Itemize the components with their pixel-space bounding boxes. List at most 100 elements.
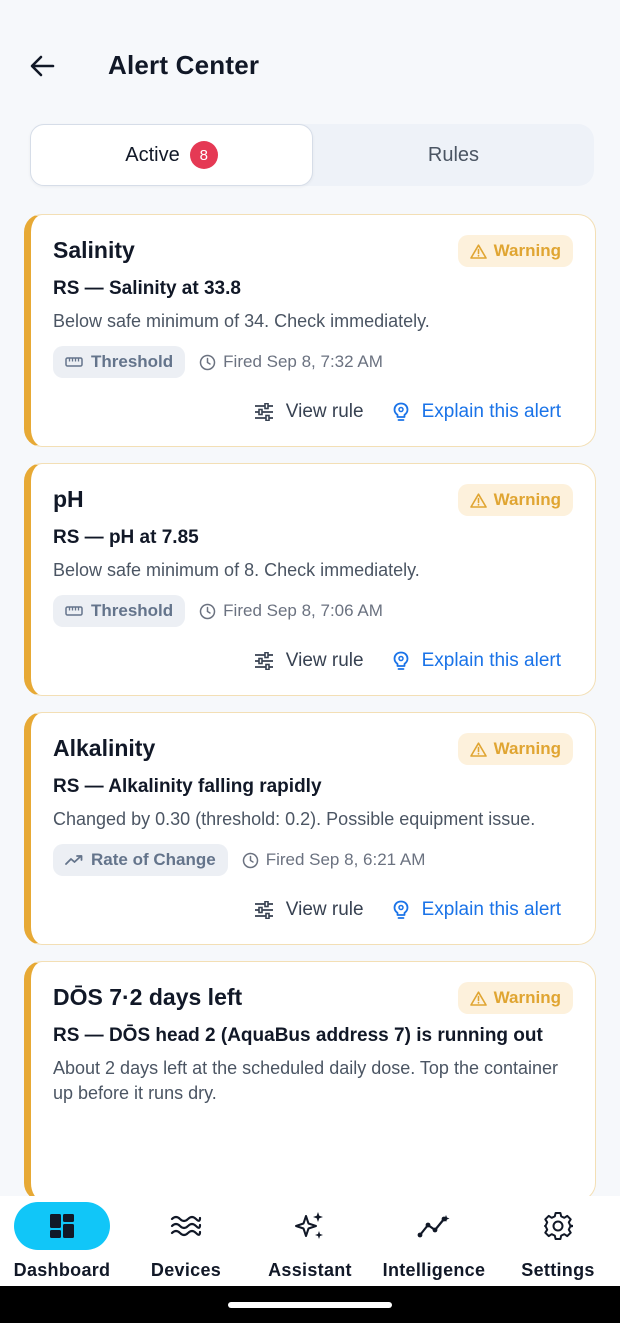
- lightbulb-icon: [393, 900, 408, 919]
- alert-type-chip: Threshold: [53, 595, 186, 627]
- severity-label: Warning: [493, 988, 561, 1007]
- nav-settings-label: Settings: [521, 1260, 595, 1280]
- alert-description: About 2 days left at the scheduled daily…: [53, 1058, 559, 1103]
- alert-headline: RS — Alkalinity falling rapidly: [53, 776, 322, 797]
- clock-icon: [199, 354, 216, 370]
- nav-intelligence-label: Intelligence: [382, 1260, 486, 1280]
- severity-label: Warning: [493, 490, 561, 509]
- alert-card[interactable]: pH Warning RS — pH at 7.85 Below safe mi…: [24, 463, 596, 696]
- app-header: Alert Center: [0, 0, 620, 120]
- active-count-badge: 8: [189, 141, 218, 169]
- explain-alert-button[interactable]: Explain this alert: [392, 650, 561, 672]
- alert-description: Below safe minimum of 8. Check immediate…: [53, 560, 420, 580]
- dashboard-icon: [50, 1214, 74, 1238]
- trend-icon: [417, 1215, 450, 1238]
- fired-label: Fired Sep 8, 7:06 AM: [223, 601, 383, 620]
- alert-description: Changed by 0.30 (threshold: 0.2). Possib…: [53, 809, 536, 829]
- nav-devices-label: Devices: [150, 1260, 222, 1280]
- ruler-icon: [65, 357, 83, 367]
- sliders-icon: [254, 403, 273, 421]
- alert-meta: Threshold Fired Sep 8, 7:06 AM: [53, 595, 573, 627]
- view-rule-label: View rule: [285, 401, 364, 422]
- bottom-navigation: Dashboard Devices Assistant Intelligence…: [0, 1196, 620, 1286]
- clock-icon: [199, 603, 216, 619]
- alert-actions: View rule Explain this alert: [53, 627, 573, 695]
- alert-actions: View rule Explain this alert: [53, 876, 573, 944]
- alert-fired-time: Fired Sep 8, 7:32 AM: [199, 352, 383, 372]
- alert-headline: RS — DŌS head 2 (AquaBus address 7) is r…: [53, 1025, 543, 1046]
- gear-icon: [544, 1212, 573, 1240]
- alert-card[interactable]: DŌS 7·2 days left Warning RS — DŌS head …: [24, 961, 596, 1196]
- alert-type-label: Rate of Change: [91, 850, 216, 869]
- severity-badge: Warning: [457, 235, 573, 267]
- nav-icon-slot: [386, 1202, 482, 1250]
- alert-actions: View rule Explain this alert: [53, 378, 573, 446]
- nav-icon-slot: [262, 1202, 358, 1250]
- nav-dashboard-label: Dashboard: [13, 1260, 111, 1280]
- alert-meta: Threshold Fired Sep 8, 7:32 AM: [53, 346, 573, 378]
- alert-type-chip: Threshold: [53, 346, 186, 378]
- warning-triangle-icon: [469, 243, 487, 259]
- alert-headline: RS — Salinity at 33.8: [53, 278, 241, 299]
- explain-alert-button[interactable]: Explain this alert: [392, 401, 561, 423]
- warning-triangle-icon: [469, 492, 487, 508]
- alert-type-label: Threshold: [91, 352, 174, 371]
- back-button[interactable]: [22, 46, 62, 86]
- view-rule-button[interactable]: View rule: [254, 899, 364, 921]
- sliders-icon: [254, 901, 273, 919]
- alert-card[interactable]: Alkalinity Warning RS — Alkalinity falli…: [24, 712, 596, 945]
- fired-label: Fired Sep 8, 7:32 AM: [223, 352, 383, 371]
- sparkles-icon: [295, 1212, 323, 1239]
- alert-description: Below safe minimum of 34. Check immediat…: [53, 311, 430, 331]
- explain-alert-label: Explain this alert: [421, 401, 561, 422]
- alert-headline: RS — pH at 7.85: [53, 527, 199, 548]
- alert-fired-time: Fired Sep 8, 7:06 AM: [199, 601, 383, 621]
- severity-label: Warning: [493, 241, 561, 260]
- tab-active[interactable]: Active 8: [30, 124, 313, 186]
- alert-list: Salinity Warning RS — Salinity at 33.8 B…: [24, 214, 596, 1196]
- trending-icon: [65, 855, 83, 865]
- view-rule-label: View rule: [285, 899, 364, 920]
- clock-icon: [242, 852, 258, 868]
- warning-triangle-icon: [469, 990, 487, 1006]
- tab-active-label: Active: [125, 143, 180, 166]
- alert-card[interactable]: Salinity Warning RS — Salinity at 33.8 B…: [24, 214, 596, 447]
- nav-devices[interactable]: Devices: [124, 1196, 248, 1286]
- alert-fired-time: Fired Sep 8, 6:21 AM: [242, 850, 426, 870]
- sliders-icon: [254, 652, 273, 670]
- system-navigation-bar: [0, 1286, 620, 1323]
- alert-type-label: Threshold: [91, 601, 174, 620]
- nav-icon-slot: [510, 1202, 606, 1250]
- lightbulb-icon: [393, 402, 408, 421]
- severity-label: Warning: [493, 739, 561, 758]
- alert-meta: Rate of Change Fired Sep 8, 6:21 AM: [53, 844, 573, 876]
- nav-icon-slot: [138, 1202, 234, 1250]
- severity-badge: Warning: [457, 982, 573, 1014]
- arrow-left-icon: [30, 55, 55, 77]
- ruler-icon: [65, 606, 83, 616]
- alert-type-chip: Rate of Change: [53, 844, 228, 876]
- nav-assistant-label: Assistant: [268, 1260, 352, 1280]
- view-rule-button[interactable]: View rule: [254, 650, 364, 672]
- view-rule-button[interactable]: View rule: [254, 401, 364, 423]
- tab-rules-label: Rules: [427, 143, 480, 166]
- lightbulb-icon: [393, 651, 408, 670]
- warning-triangle-icon: [469, 741, 487, 757]
- segmented-tabs: Active 8 Rules: [30, 124, 594, 186]
- nav-intelligence[interactable]: Intelligence: [372, 1196, 496, 1286]
- waves-icon: [170, 1215, 202, 1237]
- fired-label: Fired Sep 8, 6:21 AM: [265, 850, 426, 869]
- page-title: Alert Center: [108, 50, 260, 80]
- view-rule-label: View rule: [285, 650, 364, 671]
- nav-assistant[interactable]: Assistant: [248, 1196, 372, 1286]
- tab-rules[interactable]: Rules: [313, 124, 594, 186]
- explain-alert-button[interactable]: Explain this alert: [392, 899, 561, 921]
- nav-dashboard[interactable]: Dashboard: [0, 1196, 124, 1286]
- severity-badge: Warning: [457, 484, 573, 516]
- home-indicator[interactable]: [228, 1302, 392, 1308]
- nav-active-indicator: [14, 1202, 110, 1250]
- explain-alert-label: Explain this alert: [421, 650, 561, 671]
- severity-badge: Warning: [457, 733, 573, 765]
- explain-alert-label: Explain this alert: [421, 899, 561, 920]
- nav-settings[interactable]: Settings: [496, 1196, 620, 1286]
